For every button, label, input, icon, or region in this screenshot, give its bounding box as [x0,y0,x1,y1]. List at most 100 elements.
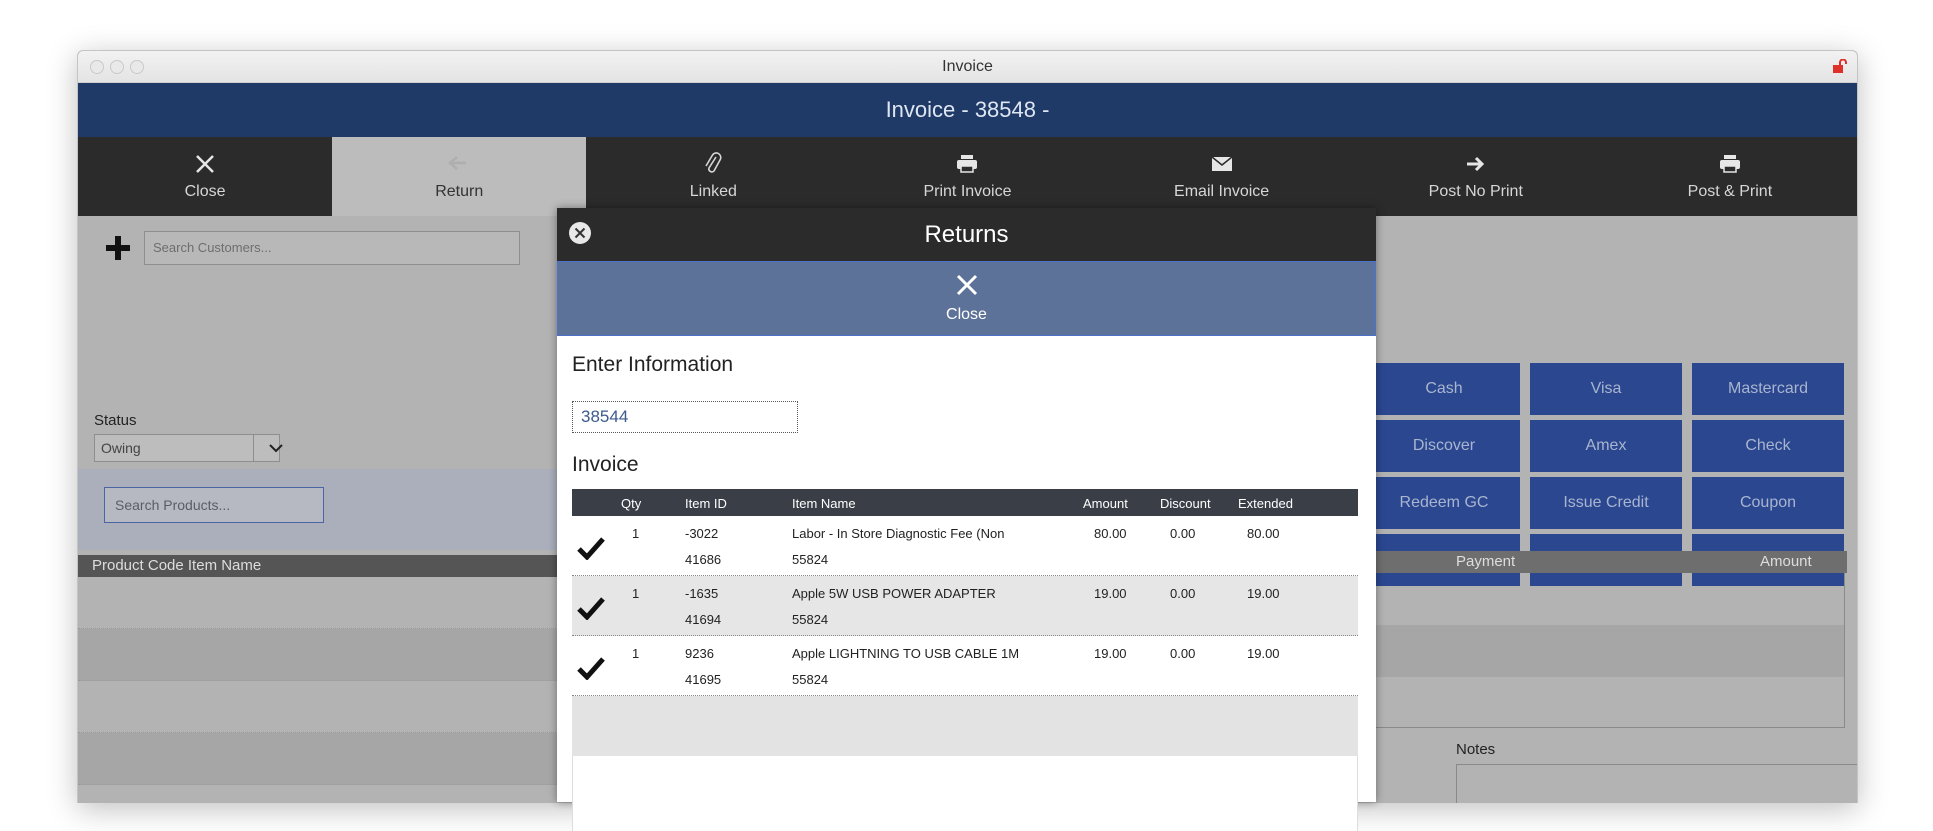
invoice-heading: Invoice [572,453,639,476]
payment-panel: Cash Visa Mastercard Discover Amex Check… [1368,216,1857,803]
check-button[interactable]: Check [1692,420,1844,472]
table-empty-area [572,756,1358,831]
return-items-table: Qty Item ID Item Name Amount Discount Ex… [572,489,1358,831]
toolbar-return-label: Return [435,183,484,200]
toolbar-linked-label: Linked [689,183,737,200]
close-icon [196,155,214,173]
toolbar-print-invoice-button[interactable]: Print Invoice [840,137,1094,216]
paperclip-icon [705,152,722,173]
col-qty: Qty [621,496,642,511]
cell-qty: 1 [632,586,640,601]
payment-column-header: Payment [1456,553,1516,570]
col-item-name: Item Name [792,496,856,511]
window-title: Invoice [942,58,993,75]
cell-item-id: -1635 [685,586,719,601]
table-row[interactable]: 1 9236 41695 Apple LIGHTNING TO USB CABL… [572,636,1358,696]
cell-extended: 19.00 [1247,586,1280,601]
cell-item-name-secondary: 55824 [792,552,829,567]
redeem-gc-button[interactable]: Redeem GC [1368,477,1520,529]
search-customers-input[interactable]: Search Customers... [144,231,520,265]
product-row[interactable] [78,733,558,785]
close-icon [956,274,977,296]
table-row[interactable]: 1 -1635 41694 Apple 5W USB POWER ADAPTER… [572,576,1358,636]
cell-qty: 1 [632,646,640,661]
cell-discount: 0.00 [1170,586,1196,601]
toolbar-post-no-print-button[interactable]: Post No Print [1349,137,1603,216]
toolbar-email-invoice-button[interactable]: Email Invoice [1095,137,1349,216]
invoice-number-input[interactable]: 38544 [572,401,798,433]
cell-item-name: Apple 5W USB POWER ADAPTER [792,586,996,601]
payment-list [1368,573,1845,728]
cell-amount: 19.00 [1094,586,1127,601]
table-row[interactable]: 1 -3022 41686 Labor - In Store Diagnosti… [572,516,1358,576]
coupon-button[interactable]: Coupon [1692,477,1844,529]
toolbar-return-button[interactable]: Return [332,137,587,216]
title-bar: Invoice [78,51,1857,83]
returns-dialog: Returns Close Enter Information 38544 In… [557,208,1376,831]
returns-title-text: Returns [924,221,1009,248]
payment-list-header: Payment Amount [1368,551,1847,573]
col-amount: Amount [1083,496,1128,511]
product-row[interactable] [78,629,558,681]
cell-item-id-secondary: 41695 [685,672,722,687]
returns-close-label: Close [946,306,987,323]
cell-item-id: 9236 [685,646,714,661]
product-row[interactable] [78,681,558,733]
cell-extended: 80.00 [1247,526,1280,541]
left-panel: Search Customers... Status Owing Search … [78,216,558,803]
unlocked-lock-icon[interactable] [1833,59,1847,73]
cell-amount: 19.00 [1094,646,1127,661]
cell-item-id-secondary: 41694 [685,612,722,627]
chevron-down-icon [268,444,283,453]
status-value: Owing [101,440,141,456]
mastercard-button[interactable]: Mastercard [1692,363,1844,415]
add-customer-plus-icon[interactable] [104,234,132,262]
cell-discount: 0.00 [1170,526,1196,541]
cell-discount: 0.00 [1170,646,1196,661]
dialog-close-circle-icon[interactable] [568,221,592,245]
amount-column-header: Amount [1760,553,1812,570]
cash-button[interactable]: Cash [1368,363,1520,415]
table-row-empty [572,696,1358,756]
status-dropdown[interactable]: Owing [94,434,283,462]
cell-item-name: Labor - In Store Diagnostic Fee (Non [792,526,1005,541]
invoice-header-title: Invoice - 38548 - [78,83,1857,137]
product-list-header: Product Code Item Name [78,555,558,577]
checkmark-icon[interactable] [577,596,605,620]
returns-dialog-title: Returns [557,208,1376,261]
printer-icon [957,155,978,173]
toolbar-linked-button[interactable]: Linked [586,137,840,216]
col-extended: Extended [1238,496,1293,511]
search-products-input[interactable]: Search Products... [104,487,324,523]
toolbar-print-invoice-label: Print Invoice [923,183,1012,200]
col-discount: Discount [1160,496,1211,511]
toolbar-email-invoice-label: Email Invoice [1174,183,1270,200]
notes-label: Notes [1456,741,1496,758]
checkmark-icon[interactable] [577,536,605,560]
return-arrow-icon [448,156,467,170]
issue-credit-button[interactable]: Issue Credit [1530,477,1682,529]
arrow-right-icon [1466,156,1484,172]
discover-button[interactable]: Discover [1368,420,1520,472]
amex-button[interactable]: Amex [1530,420,1682,472]
checkmark-icon[interactable] [577,656,605,680]
toolbar-post-print-button[interactable]: Post & Print [1603,137,1857,216]
toolbar-close-button[interactable]: Close [78,137,332,216]
main-toolbar: Close Return Linked Print Invoice Email … [78,137,1857,216]
toolbar-close-label: Close [184,183,226,200]
toolbar-post-print-label: Post & Print [1687,183,1773,200]
envelope-icon [1211,156,1233,171]
toolbar-post-no-print-label: Post No Print [1428,183,1523,200]
product-row[interactable] [78,577,558,629]
table-header: Qty Item ID Item Name Amount Discount Ex… [572,489,1358,516]
payment-row [1369,625,1844,677]
visa-button[interactable]: Visa [1530,363,1682,415]
printer-icon [1719,155,1740,173]
returns-close-button[interactable]: Close [557,261,1376,336]
cell-item-name-secondary: 55824 [792,672,829,687]
cell-amount: 80.00 [1094,526,1127,541]
status-dropdown-toggle[interactable] [253,435,297,461]
notes-field[interactable] [1456,764,1857,803]
cell-qty: 1 [632,526,640,541]
product-search-area: Search Products... [78,469,558,550]
